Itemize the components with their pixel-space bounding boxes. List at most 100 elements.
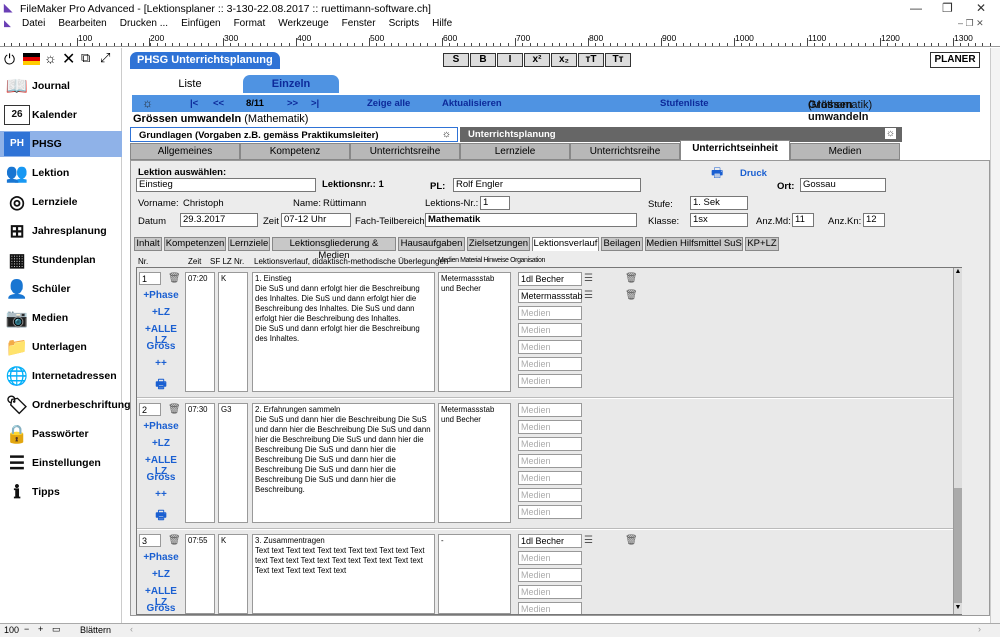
media-field[interactable]: Medien <box>518 420 582 434</box>
subtab-9[interactable]: KP+LZ <box>745 237 779 251</box>
row-nr[interactable]: 3 <box>139 534 161 547</box>
close-x-icon[interactable]: ✕ <box>62 49 75 69</box>
sidebar-item-lektion[interactable]: 👥 Lektion <box>0 160 122 186</box>
section-grundlagen[interactable]: Grundlagen (Vorgaben z.B. gemäss Praktik… <box>130 127 458 142</box>
row-action-lz[interactable]: +LZ <box>139 569 183 580</box>
media-field[interactable]: Medien <box>518 454 582 468</box>
row-action-phase[interactable]: +Phase <box>139 421 183 432</box>
row-verlauf[interactable]: 1. Einstieg Die SuS und dann erfolgt hie… <box>252 272 435 392</box>
lektion-select[interactable]: Einstieg <box>136 178 316 192</box>
trash-icon[interactable]: 🗑 <box>168 535 181 546</box>
format-button-4[interactable]: x₂ <box>551 53 577 67</box>
sidebar-item-lernziele[interactable]: ◎ Lernziele <box>0 189 122 215</box>
menu-7[interactable]: Scripts <box>389 18 420 29</box>
subtab-1[interactable]: Kompetenzen <box>164 237 226 251</box>
sidebar-item-stundenplan[interactable]: ▦ Stundenplan <box>0 247 122 273</box>
show-all-button[interactable]: Zeige alle <box>367 98 410 109</box>
toolbar-toggle-icon[interactable]: ▭ <box>52 624 61 635</box>
scroll-down-icon[interactable]: ▼ <box>954 604 962 612</box>
format-button-3[interactable]: x² <box>524 53 550 67</box>
trash-icon[interactable]: 🗑 <box>625 273 638 284</box>
anzmd-field[interactable]: 11 <box>792 213 814 227</box>
lightbulb-icon[interactable]: ☼ <box>142 96 153 110</box>
refresh-button[interactable]: Aktualisieren <box>442 98 502 109</box>
menu-5[interactable]: Werkzeuge <box>278 18 328 29</box>
media-field[interactable]: Medien <box>518 551 582 565</box>
row-verlauf[interactable]: 3. Zusammentragen Text text Text text Te… <box>252 534 435 614</box>
tab-unterrichtsreihe[interactable]: Unterrichtsreihe <box>350 143 460 160</box>
menu-4[interactable]: Format <box>234 18 266 29</box>
subtab-4[interactable]: Hausaufgaben <box>398 237 465 251</box>
row-sf[interactable]: K <box>218 272 248 392</box>
druck-button[interactable]: Druck <box>740 168 767 179</box>
row-zeit[interactable]: 07:30 <box>185 403 215 523</box>
zeit-field[interactable]: 07-12 Uhr <box>281 213 351 227</box>
tab-allgemeines[interactable]: Allgemeines <box>130 143 240 160</box>
row-action-gross[interactable]: Gross <box>139 341 183 352</box>
reorder-icon[interactable]: ☰ <box>584 535 593 546</box>
row-action-gross[interactable]: Gross <box>139 603 183 614</box>
tab-lernziele[interactable]: Lernziele <box>460 143 570 160</box>
sun-icon[interactable]: ☼ <box>44 50 57 66</box>
subtab-8[interactable]: Medien Hilfsmittel SuS <box>645 237 743 251</box>
bulb-icon-2[interactable]: ☼ <box>884 128 896 139</box>
expand-icon[interactable]: ⤢ <box>100 50 110 66</box>
menu-6[interactable]: Fenster <box>342 18 376 29</box>
stufe-field[interactable]: 1. Sek <box>690 196 748 210</box>
media-field[interactable]: Medien <box>518 505 582 519</box>
reorder-icon[interactable]: ☰ <box>584 290 593 301</box>
trash-icon[interactable]: 🗑 <box>168 404 181 415</box>
row-action-phase[interactable]: +Phase <box>139 552 183 563</box>
subtab-3[interactable]: Lektionsgliederung & Medien <box>272 237 396 261</box>
subtab-7[interactable]: Beilagen <box>601 237 643 251</box>
menu-0[interactable]: Datei <box>22 18 45 29</box>
printer-icon[interactable]: 🖶 <box>711 164 723 186</box>
tab-liste[interactable]: Liste <box>170 75 210 93</box>
german-flag-icon[interactable] <box>23 53 40 65</box>
row-zeit[interactable]: 07:55 <box>185 534 215 614</box>
scrollbar[interactable]: ▲ ▼ <box>953 268 962 614</box>
sidebar-item-ordnerbeschriftung[interactable]: 🏷 Ordnerbeschriftung <box>0 392 131 418</box>
sidebar-item-einstellungen[interactable]: ☰ Einstellungen <box>0 450 122 476</box>
row-nr[interactable]: 2 <box>139 403 161 416</box>
pl-field[interactable]: Rolf Engler <box>453 178 641 192</box>
row-action-gross[interactable]: Gross <box>139 472 183 483</box>
media-field[interactable]: 1dl Becher <box>518 534 582 548</box>
zoom-out-icon[interactable]: − <box>24 624 29 634</box>
tab-unterrichtseinheit[interactable]: Unterrichtseinheit <box>680 140 790 160</box>
power-icon[interactable]: ⏻ <box>4 51 15 68</box>
levels-button[interactable]: Stufenliste <box>660 98 709 109</box>
sidebar-item-passwörter[interactable]: 🔒 Passwörter <box>0 421 122 447</box>
tab-unterrichtsreihe[interactable]: Unterrichtsreihe <box>570 143 680 160</box>
tab-kompetenz[interactable]: Kompetenz <box>240 143 350 160</box>
sidebar-item-unterlagen[interactable]: 📁 Unterlagen <box>0 334 122 360</box>
sidebar-item-jahresplanung[interactable]: ⊞ Jahresplanung <box>0 218 122 244</box>
media-field[interactable]: Medien <box>518 437 582 451</box>
media-field[interactable]: Metermassstab <box>518 289 583 303</box>
reorder-icon[interactable]: ☰ <box>584 273 593 284</box>
window-scrollbar[interactable] <box>990 48 1000 623</box>
doc-minimize-icon[interactable]: – ❐ ✕ <box>958 18 984 29</box>
subtab-5[interactable]: Zielsetzungen <box>467 237 530 251</box>
ort-field[interactable]: Gossau <box>800 178 886 192</box>
format-button-1[interactable]: B <box>470 53 496 67</box>
media-field[interactable]: Medien <box>518 585 582 599</box>
subtab-0[interactable]: Inhalt <box>134 237 162 251</box>
sidebar-item-internetadressen[interactable]: 🌐 Internetadressen <box>0 363 122 389</box>
window-icon[interactable]: ⧉ <box>81 50 90 66</box>
tab-medien[interactable]: Medien <box>790 143 900 160</box>
trash-icon[interactable]: 🗑 <box>625 535 638 546</box>
fach-field[interactable]: Mathematik <box>425 213 637 227</box>
menu-1[interactable]: Bearbeiten <box>58 18 106 29</box>
media-field[interactable]: 1dl Becher <box>518 272 582 286</box>
row-sf[interactable]: K <box>218 534 248 614</box>
datum-field[interactable]: 29.3.2017 <box>180 213 258 227</box>
media-field[interactable]: Medien <box>518 602 582 614</box>
menu-2[interactable]: Drucken ... <box>120 18 168 29</box>
format-button-0[interactable]: S <box>443 53 469 67</box>
first-record-button[interactable]: |< <box>190 98 198 109</box>
sidebar-item-schüler[interactable]: 👤 Schüler <box>0 276 122 302</box>
media-field[interactable]: Medien <box>518 340 582 354</box>
next-record-button[interactable]: >> <box>287 98 298 109</box>
sidebar-item-journal[interactable]: 📖 Journal <box>0 73 122 99</box>
